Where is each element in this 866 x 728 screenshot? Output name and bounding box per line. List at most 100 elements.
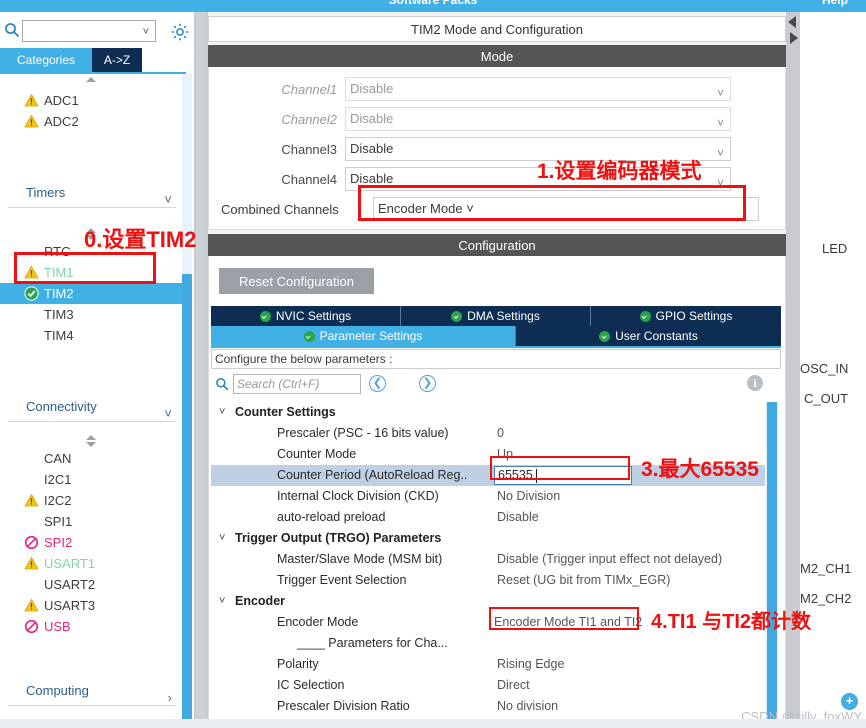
tree-item-label: USART3: [44, 598, 96, 613]
sidebar-scrollbar-thumb[interactable]: [182, 274, 192, 728]
tree-item-usart3[interactable]: USART3: [0, 595, 188, 616]
param-row-auto-reload-preload[interactable]: auto-reload preload Disable: [211, 507, 765, 528]
annotation-label-3: 3.最大65535: [641, 458, 759, 481]
tab-a-to-z[interactable]: A->Z: [92, 48, 142, 72]
tree-item-usb[interactable]: USB: [0, 616, 188, 637]
param-row-prescaler[interactable]: Prescaler (PSC - 16 bits value) 0: [211, 423, 765, 444]
group-label: Connectivity: [26, 399, 97, 414]
info-icon[interactable]: i: [747, 375, 763, 391]
tree-item-spi2[interactable]: SPI2: [0, 532, 188, 553]
tree-item-can[interactable]: CAN: [0, 448, 188, 469]
group-header-timers[interactable]: Timers ˅: [8, 178, 176, 208]
channel1-value: Disable: [350, 81, 394, 96]
tree-item-adc1[interactable]: ADC1: [0, 90, 188, 111]
group-header-connectivity[interactable]: Connectivity ˅: [8, 392, 176, 422]
tree-item-usart1[interactable]: USART1: [0, 553, 188, 574]
param-row-prescaler-division-ratio[interactable]: Prescaler Division Ratio No division: [211, 696, 765, 717]
param-value: Disable: [497, 510, 539, 524]
tree-item-tim2[interactable]: TIM2: [0, 283, 183, 304]
blocked-icon: [24, 619, 39, 634]
pin-label-tim2-ch2: M2_CH2: [800, 591, 852, 606]
parameter-search-input[interactable]: Search (Ctrl+F): [233, 374, 361, 394]
tab-label: GPIO Settings: [655, 309, 733, 323]
page-title: TIM2 Mode and Configuration: [208, 16, 786, 42]
combined-channels-label: Combined Channels: [221, 202, 339, 217]
tree-item-label: I2C1: [44, 472, 72, 487]
tab-nvic-settings[interactable]: NVIC Settings: [211, 306, 401, 326]
tree-item-label: TIM3: [44, 307, 74, 322]
tree-item-spi1[interactable]: SPI1: [0, 511, 188, 532]
tree-item-tim4[interactable]: TIM4: [0, 325, 188, 346]
param-group-label: Encoder: [235, 594, 286, 608]
param-row-clock-division[interactable]: Internal Clock Division (CKD) No Divisio…: [211, 486, 765, 507]
pin-label-osc-out: C_OUT: [804, 391, 849, 406]
tree-item-i2c1[interactable]: I2C1: [0, 469, 188, 490]
tree-item-i2c2[interactable]: I2C2: [0, 490, 188, 511]
search-prev-button[interactable]: ❮: [369, 375, 386, 392]
chevron-down-icon: ˅: [219, 532, 226, 544]
param-value: No division: [497, 699, 559, 713]
settings-tabs-row-2: Parameter Settings User Constants: [211, 326, 781, 346]
param-value: Direct: [497, 678, 530, 692]
ok-icon: [24, 286, 39, 301]
annotation-box-set-tim2: [14, 252, 156, 284]
group-header-computing[interactable]: Computing ›: [8, 676, 176, 706]
chevron-down-icon: ˅: [142, 26, 149, 38]
warning-icon: [24, 93, 39, 108]
collapse-panel-arrows[interactable]: [787, 14, 799, 48]
param-row-ic-selection[interactable]: IC Selection Direct: [211, 675, 765, 696]
tree-item-tim3[interactable]: TIM3: [0, 304, 188, 325]
tree-item-label: TIM4: [44, 328, 74, 343]
sidebar: ˅ Categories A->Z ADC1 ADC2 Timers ˅ RTC…: [0, 12, 196, 728]
tree-item-usart2[interactable]: USART2: [0, 574, 188, 595]
param-group-label: Trigger Output (TRGO) Parameters: [235, 531, 442, 545]
search-icon: [4, 22, 20, 38]
param-group-trgo[interactable]: ˅ Trigger Output (TRGO) Parameters: [211, 528, 765, 549]
param-group-counter-settings[interactable]: ˅ Counter Settings: [211, 402, 765, 423]
param-row-master-slave-mode[interactable]: Master/Slave Mode (MSM bit) Disable (Tri…: [211, 549, 765, 570]
tab-parameter-settings[interactable]: Parameter Settings: [211, 326, 516, 346]
chevron-down-icon: ˅: [219, 406, 226, 418]
parameter-list: ˅ Counter Settings Prescaler (PSC - 16 b…: [211, 402, 765, 725]
check-circle-icon: [259, 310, 271, 322]
chevron-down-icon: ˅: [716, 116, 724, 130]
reset-configuration-button[interactable]: Reset Configuration: [219, 268, 374, 294]
zoom-in-button[interactable]: +: [841, 693, 858, 710]
param-group-label: Counter Settings: [235, 405, 336, 419]
search-input[interactable]: ˅: [22, 20, 156, 42]
gear-icon[interactable]: [170, 22, 190, 42]
search-next-button[interactable]: ❯: [419, 375, 436, 392]
tab-gpio-settings[interactable]: GPIO Settings: [591, 306, 781, 326]
param-name: IC Selection: [277, 678, 345, 692]
param-name: Encoder Mode: [277, 615, 359, 629]
mode-section-header: Mode: [208, 45, 786, 67]
tree-item-adc2[interactable]: ADC2: [0, 111, 188, 132]
channel2-row: Channel2 Disable ˅: [223, 107, 775, 133]
tab-dma-settings[interactable]: DMA Settings: [401, 306, 591, 326]
parameter-scrollbar-thumb[interactable]: [767, 402, 777, 728]
chevron-right-icon: ›: [167, 690, 172, 705]
tab-categories[interactable]: Categories: [0, 48, 92, 72]
param-name: Trigger Event Selection: [277, 573, 407, 587]
param-name: Counter Mode: [277, 447, 357, 461]
tree-item-label: ADC1: [44, 93, 79, 108]
param-row-parameters-for-channel[interactable]: ____ Parameters for Cha...: [211, 633, 765, 654]
scroll-indicator[interactable]: [0, 432, 188, 448]
scroll-up-indicator[interactable]: [0, 74, 188, 90]
chevron-down-icon: ˅: [164, 406, 172, 421]
tree-item-label: USART2: [44, 577, 96, 592]
tab-user-constants[interactable]: User Constants: [516, 326, 781, 346]
panel-divider-left-inner[interactable]: [196, 12, 205, 728]
param-name: ____ Parameters for Cha...: [297, 636, 448, 650]
param-row-trigger-event-selection[interactable]: Trigger Event Selection Reset (UG bit fr…: [211, 570, 765, 591]
annotation-label-4: 4.TI1 与TI2都计数: [651, 611, 812, 633]
chevron-down-icon: ˅: [164, 192, 172, 207]
tab-label: User Constants: [615, 329, 698, 343]
param-name: Master/Slave Mode (MSM bit): [277, 552, 443, 566]
peripheral-tree: ADC1 ADC2 Timers ˅ RTC TIM1 TIM2 TIM3 TI…: [0, 74, 188, 728]
channel1-select[interactable]: Disable ˅: [345, 77, 731, 101]
channel2-select[interactable]: Disable ˅: [345, 107, 731, 131]
active-tab-underline: [211, 346, 781, 348]
param-row-polarity[interactable]: Polarity Rising Edge: [211, 654, 765, 675]
chevron-down-icon: ˅: [219, 595, 226, 607]
